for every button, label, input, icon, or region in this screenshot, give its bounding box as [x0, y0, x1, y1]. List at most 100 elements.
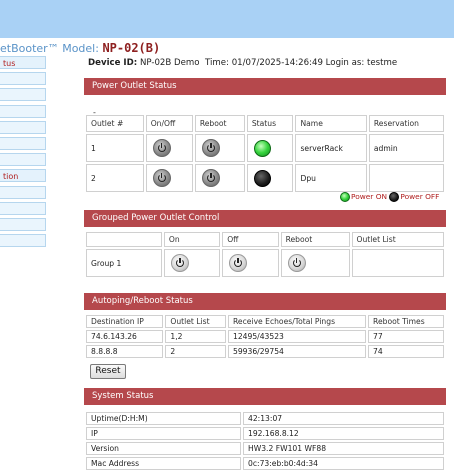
- outlet-name: serverRack: [295, 134, 367, 162]
- legend-on-label: Power ON: [351, 192, 388, 201]
- device-id-value: NP-02B Demo: [139, 58, 200, 68]
- login-label: Login as:: [325, 58, 365, 68]
- time-label: Time:: [205, 58, 229, 68]
- sidebar-item[interactable]: [0, 136, 46, 150]
- col-header-reboot: Reboot: [280, 232, 350, 247]
- system-value: 0c:73:eb:b0:4d:34: [243, 457, 444, 470]
- power-outlet-table: Outlet # On/Off Reboot Status Name Reser…: [84, 113, 446, 194]
- power-outlet-section: Power Outlet Status: [84, 78, 446, 95]
- system-value: 192.168.8.12: [243, 427, 444, 440]
- power-outlet-title: Power Outlet Status: [84, 78, 446, 95]
- status-on-icon: [253, 139, 271, 157]
- autoping-table: Destination IP Outlet List Receive Echoe…: [84, 313, 446, 360]
- outlet-number: 1: [86, 134, 144, 162]
- sidebar-item[interactable]: [0, 104, 46, 118]
- sidebar-item[interactable]: [0, 185, 46, 199]
- reboot-button[interactable]: [201, 169, 220, 187]
- group-outlet-list: [351, 249, 444, 277]
- group-on-button[interactable]: [170, 254, 189, 272]
- legend-on-icon: [340, 192, 350, 202]
- system-status-section: System Status Uptime(D:H:M) 42:13:07 IP …: [84, 388, 446, 472]
- outlet-name: Dpu: [295, 164, 367, 192]
- col-header-outlet-list: Outlet List: [165, 315, 226, 328]
- power-toggle-button[interactable]: [152, 139, 171, 157]
- power-legend: Power ON Power OFF: [340, 192, 439, 202]
- model-label: Model:: [62, 42, 99, 55]
- outlet-list: 2: [165, 345, 226, 358]
- col-header-destination-ip: Destination IP: [86, 315, 164, 328]
- col-header-off: Off: [222, 232, 279, 247]
- system-status-table: Uptime(D:H:M) 42:13:07 IP 192.168.8.12 V…: [84, 410, 446, 472]
- login-value: testme: [366, 58, 398, 68]
- table-row: 1 serverRack admin: [86, 134, 444, 162]
- sidebar-item[interactable]: [0, 120, 46, 134]
- col-header-on: On: [163, 232, 221, 247]
- echo-count: 12495/43523: [228, 330, 367, 343]
- device-id-label: Device ID:: [88, 58, 138, 68]
- system-label: Version: [86, 442, 241, 455]
- col-header-reservation: Reservation: [368, 115, 444, 132]
- time-value: 01/07/2025-14:26:49: [231, 58, 323, 68]
- outlet-list: 1,2: [165, 330, 226, 343]
- status-off-icon: [253, 169, 271, 187]
- device-info-line: Device ID: NP-02B Demo Time: 01/07/2025-…: [88, 58, 397, 68]
- system-label: Uptime(D:H:M): [86, 412, 241, 425]
- sidebar-item[interactable]: [0, 72, 46, 86]
- sidebar-menu: tus tion: [0, 56, 46, 250]
- system-value: 42:13:07: [243, 412, 444, 425]
- power-toggle-button[interactable]: [152, 169, 171, 187]
- system-value: HW3.2 FW101 WF88: [243, 442, 444, 455]
- sidebar-item-configuration[interactable]: tion: [0, 169, 46, 183]
- destination-ip: 74.6.143.26: [86, 330, 164, 343]
- col-header-name: Name: [295, 115, 367, 132]
- col-header-reboot-times: Reboot Times: [368, 315, 444, 328]
- col-header-echoes: Receive Echoes/Total Pings: [228, 315, 367, 328]
- group-off-button[interactable]: [229, 254, 248, 272]
- reboot-button[interactable]: [201, 139, 220, 157]
- table-row: 2 Dpu: [86, 164, 444, 192]
- sidebar-item[interactable]: [0, 201, 46, 215]
- col-header-outlet: Outlet #: [86, 115, 144, 132]
- product-name: etBooter™: [0, 42, 59, 55]
- table-row: Mac Address 0c:73:eb:b0:4d:34: [86, 457, 444, 470]
- table-row: Uptime(D:H:M) 42:13:07: [86, 412, 444, 425]
- col-header-group: [86, 232, 162, 247]
- system-label: Mac Address: [86, 457, 241, 470]
- sidebar-item-status[interactable]: tus: [0, 56, 46, 69]
- sidebar-item[interactable]: [0, 88, 46, 102]
- model-value: NP-02(B): [102, 41, 161, 55]
- system-label: IP: [86, 427, 241, 440]
- table-row: Version HW3.2 FW101 WF88: [86, 442, 444, 455]
- group-reboot-button[interactable]: [287, 254, 306, 272]
- grouped-control-table: On Off Reboot Outlet List Group 1: [84, 230, 446, 279]
- sidebar-item[interactable]: [0, 217, 46, 231]
- table-row: Group 1: [86, 249, 444, 277]
- reboot-times: 77: [368, 330, 444, 343]
- autoping-title: Autoping/Reboot Status: [84, 293, 446, 310]
- outlet-number: 2: [86, 164, 144, 192]
- col-header-outlet-list: Outlet List: [351, 232, 444, 247]
- grouped-control-title: Grouped Power Outlet Control: [84, 210, 446, 227]
- grouped-control-section: Grouped Power Outlet Control On Off Rebo…: [84, 210, 446, 279]
- outlet-reservation: admin: [368, 134, 444, 162]
- autoping-section: Autoping/Reboot Status Destination IP Ou…: [84, 293, 446, 360]
- legend-off-icon: [389, 192, 400, 202]
- col-header-onoff: On/Off: [145, 115, 193, 132]
- power-outlet-table-wrap: Outlet # On/Off Reboot Status Name Reser…: [84, 113, 446, 194]
- col-header-reboot: Reboot: [194, 115, 245, 132]
- system-status-title: System Status: [84, 388, 446, 405]
- sidebar-item[interactable]: [0, 153, 46, 167]
- reboot-times: 74: [368, 345, 444, 358]
- reset-button[interactable]: Reset: [90, 364, 126, 379]
- top-banner: [0, 0, 454, 38]
- table-row: 74.6.143.26 1,2 12495/43523 77: [86, 330, 444, 343]
- table-row: IP 192.168.8.12: [86, 427, 444, 440]
- destination-ip: 8.8.8.8: [86, 345, 164, 358]
- sidebar-item[interactable]: [0, 234, 46, 248]
- table-row: 8.8.8.8 2 59936/29754 74: [86, 345, 444, 358]
- col-header-status: Status: [246, 115, 294, 132]
- outlet-reservation: [368, 164, 444, 192]
- product-header: etBooter™ Model: NP-02(B): [0, 41, 160, 55]
- echo-count: 59936/29754: [228, 345, 367, 358]
- group-name: Group 1: [86, 249, 162, 277]
